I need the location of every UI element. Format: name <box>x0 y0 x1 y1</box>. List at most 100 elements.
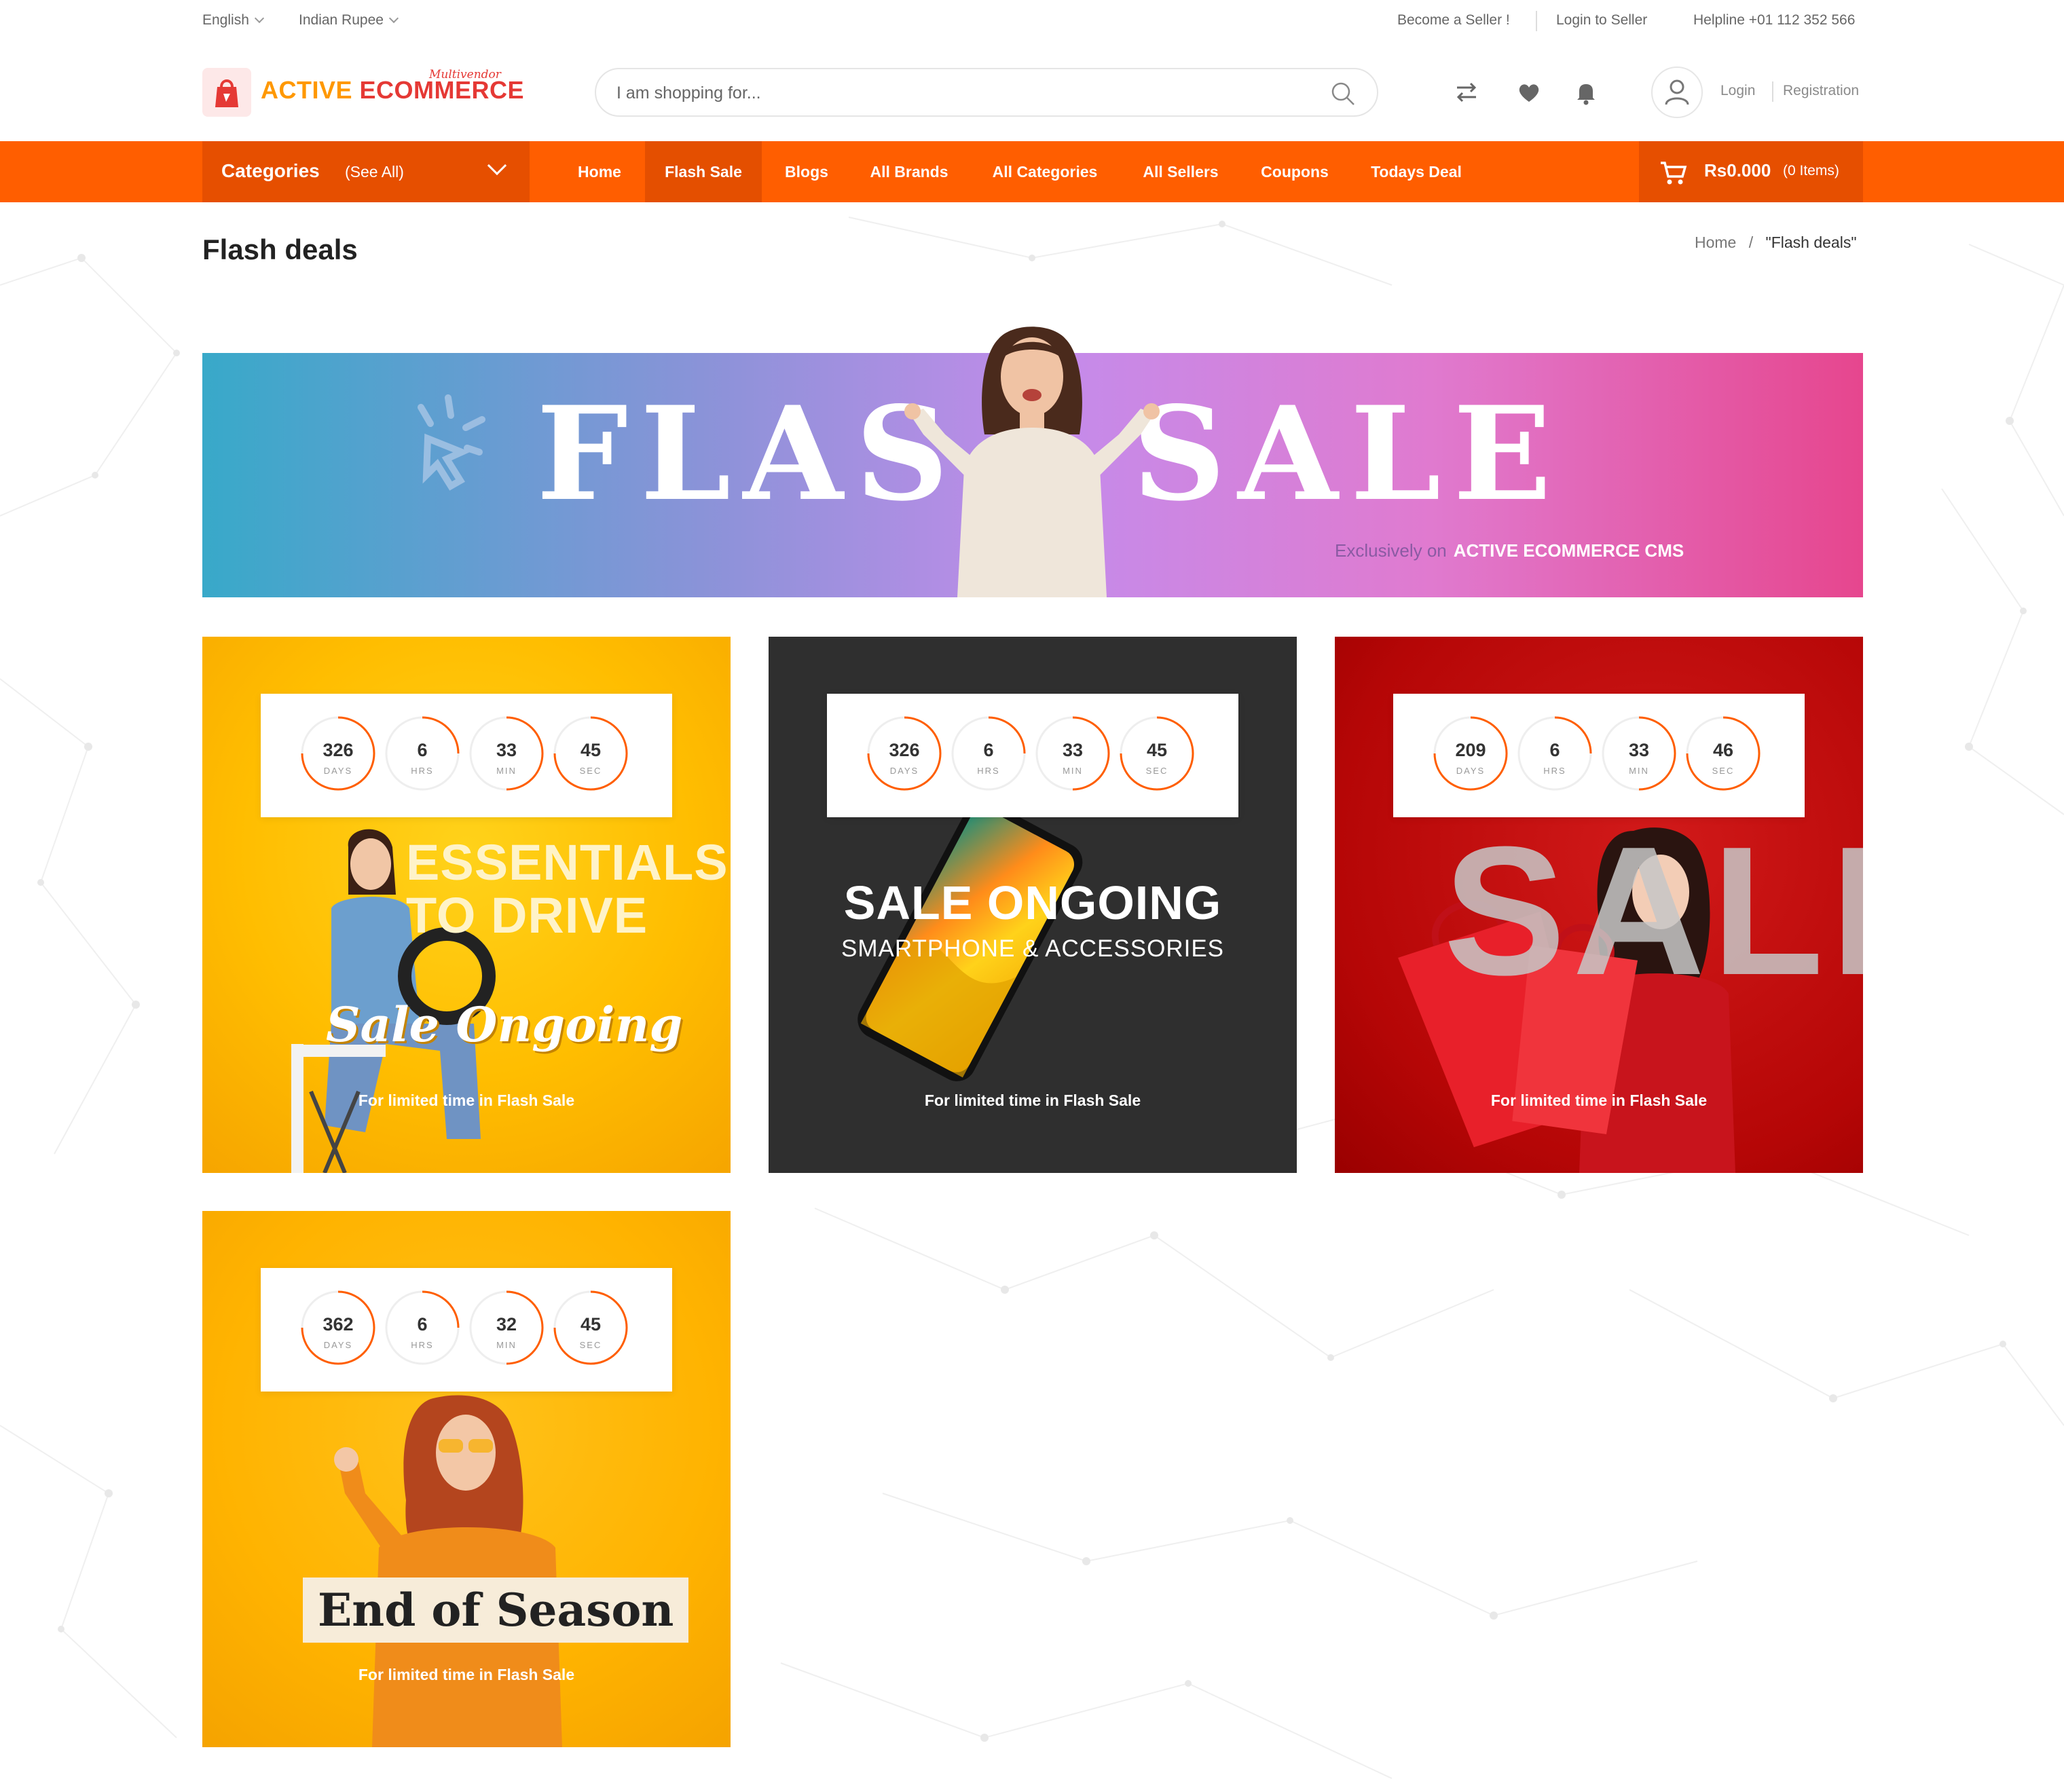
timer-seconds-value: 46 <box>1712 740 1734 760</box>
wishlist-heart-icon[interactable] <box>1514 77 1544 107</box>
helpline-text: Helpline +01 112 352 566 <box>1693 12 1856 28</box>
banner-brand: ACTIVE ECOMMERCE CMS <box>1453 540 1684 561</box>
timer-seconds: 45 SEC <box>553 1290 629 1366</box>
banner-subtitle: Exclusively on ACTIVE ECOMMERCE CMS <box>1335 540 1684 561</box>
categories-label: Categories <box>221 160 320 181</box>
deal-background-word: SALE <box>1443 809 1863 1013</box>
deal-caption: For limited time in Flash Sale <box>358 1666 575 1683</box>
logo-tagline: Multivendor <box>429 68 501 81</box>
registration-link[interactable]: Registration <box>1783 83 1859 99</box>
breadcrumb: Home / "Flash deals" <box>1695 234 1856 252</box>
countdown-timer: 326 DAYS 6 HRS 33 MIN 45 SEC <box>261 694 672 817</box>
language-label: English <box>202 12 249 28</box>
timer-days-label: DAYS <box>889 766 919 776</box>
search-icon[interactable] <box>1329 80 1357 107</box>
timer-seconds-label: SEC <box>579 766 602 776</box>
currency-label: Indian Rupee <box>299 12 384 28</box>
timer-hours-label: HRS <box>411 1340 434 1350</box>
logo-icon[interactable] <box>202 68 251 117</box>
banner-word-2: SALE <box>1132 378 1564 529</box>
search-input[interactable] <box>616 81 1295 105</box>
timer-days: 209 DAYS <box>1433 715 1509 791</box>
breadcrumb-current: "Flash deals" <box>1765 234 1857 251</box>
language-selector[interactable]: English <box>202 12 264 29</box>
timer-days-value: 326 <box>889 740 920 760</box>
notification-bell-icon[interactable] <box>1571 77 1601 107</box>
timer-minutes: 33 MIN <box>1035 715 1111 791</box>
nav-all-sellers[interactable]: All Sellers <box>1130 141 1232 202</box>
timer-minutes: 32 MIN <box>468 1290 545 1366</box>
nav-all-brands[interactable]: All Brands <box>860 141 959 202</box>
timer-days-value: 326 <box>322 740 354 760</box>
nav-blogs[interactable]: Blogs <box>771 141 842 202</box>
timer-hours-label: HRS <box>1543 766 1566 776</box>
breadcrumb-home[interactable]: Home <box>1695 234 1736 251</box>
become-seller-link[interactable]: Become a Seller ! <box>1397 12 1510 29</box>
deal-card-2[interactable]: 326 DAYS 6 HRS 33 MIN 45 SEC SALE ONGOIN… <box>769 637 1297 1173</box>
cart-amount: Rs0.000 <box>1704 160 1771 181</box>
timer-hours: 6 HRS <box>1517 715 1593 791</box>
currency-selector[interactable]: Indian Rupee <box>299 12 399 29</box>
user-icon <box>1665 79 1689 105</box>
timer-seconds: 45 SEC <box>553 715 629 791</box>
timer-seconds-value: 45 <box>580 1314 602 1334</box>
timer-minutes-label: MIN <box>1063 766 1083 776</box>
deal-caption: For limited time in Flash Sale <box>1490 1091 1708 1109</box>
categories-dropdown[interactable]: Categories (See All) <box>202 141 530 202</box>
timer-minutes: 33 MIN <box>1601 715 1677 791</box>
logo-part-1: ACTIVE <box>261 76 353 104</box>
timer-minutes-label: MIN <box>496 1340 517 1350</box>
divider <box>1536 11 1537 31</box>
timer-seconds-value: 45 <box>580 740 602 760</box>
deal-card-3[interactable]: SALE 209 DAYS 6 HRS 33 MIN 46 SEC <box>1335 637 1863 1173</box>
deal-script-text: Sale Ongoing <box>326 996 683 1053</box>
cart-count: (0 Items) <box>1783 163 1839 179</box>
deal-headline-1: SALE ONGOING <box>843 876 1222 929</box>
timer-minutes-value: 33 <box>1062 740 1084 760</box>
search-bar[interactable] <box>595 68 1378 117</box>
countdown-timer: 209 DAYS 6 HRS 33 MIN 46 SEC <box>1393 694 1805 817</box>
deal-headline-1: ESSENTIALS <box>406 834 729 891</box>
timer-days-label: DAYS <box>323 1340 353 1350</box>
deal-image-woman-orange-sweater <box>334 1395 562 1747</box>
see-all-label: (See All) <box>345 163 404 181</box>
top-bar: English Indian Rupee Become a Seller ! L… <box>0 0 2064 41</box>
nav-all-categories[interactable]: All Categories <box>980 141 1109 202</box>
nav-todays-deal[interactable]: Todays Deal <box>1359 141 1473 202</box>
main-navigation: Categories (See All) Home Flash Sale Blo… <box>0 141 2064 202</box>
deal-card-1[interactable]: 326 DAYS 6 HRS 33 MIN 45 SEC ESSENTIALS … <box>202 637 731 1173</box>
deal-card-4[interactable]: 362 DAYS 6 HRS 32 MIN 45 SEC End of Seas… <box>202 1211 731 1747</box>
timer-minutes: 33 MIN <box>468 715 545 791</box>
timer-days: 326 DAYS <box>300 715 376 791</box>
login-seller-link[interactable]: Login to Seller <box>1556 12 1647 29</box>
banner-model-image <box>904 326 1160 597</box>
avatar[interactable] <box>1651 67 1703 118</box>
banner-exclusively: Exclusively on <box>1335 540 1447 561</box>
cart-button[interactable]: Rs0.000 (0 Items) <box>1639 141 1863 202</box>
nav-home[interactable]: Home <box>557 141 642 202</box>
timer-minutes-value: 32 <box>496 1314 517 1334</box>
breadcrumb-separator: / <box>1748 234 1754 251</box>
deal-headline-1: End of Season <box>303 1578 689 1643</box>
login-link[interactable]: Login <box>1720 83 1755 99</box>
timer-hours-value: 6 <box>983 740 994 760</box>
timer-days-value: 362 <box>322 1314 354 1334</box>
nav-flash-sale[interactable]: Flash Sale <box>645 141 762 202</box>
cursor-click-icon <box>418 394 485 491</box>
timer-seconds-label: SEC <box>1712 766 1735 776</box>
chevron-down-icon <box>487 155 507 176</box>
deal-caption: For limited time in Flash Sale <box>924 1091 1141 1109</box>
page-title: Flash deals <box>202 234 358 265</box>
timer-days-value: 209 <box>1455 740 1486 760</box>
timer-hours: 6 HRS <box>951 715 1027 791</box>
divider <box>1772 81 1773 102</box>
chevron-down-icon <box>254 13 264 24</box>
timer-seconds: 45 SEC <box>1119 715 1195 791</box>
compare-icon[interactable] <box>1452 77 1481 107</box>
timer-hours-label: HRS <box>977 766 1000 776</box>
flash-sale-banner[interactable]: FLAS SALE Exclusively on ACTIVE ECOMMERCE… <box>202 326 1863 597</box>
timer-days: 326 DAYS <box>866 715 942 791</box>
nav-coupons[interactable]: Coupons <box>1252 141 1338 202</box>
timer-minutes-label: MIN <box>496 766 517 776</box>
timer-days: 362 DAYS <box>300 1290 376 1366</box>
